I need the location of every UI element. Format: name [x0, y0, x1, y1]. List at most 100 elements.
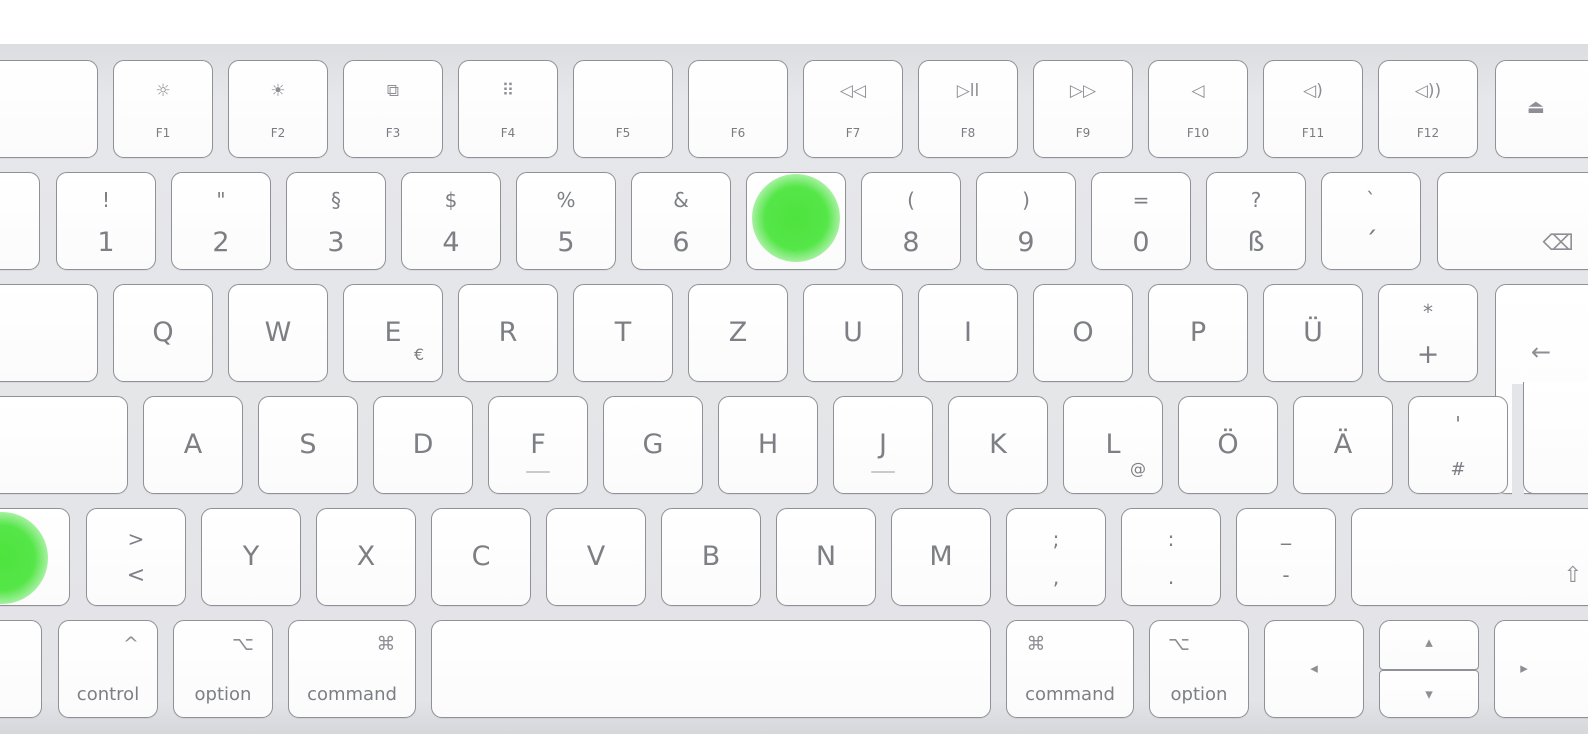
f4-key[interactable]: ⠿ F4: [458, 60, 558, 158]
key-3[interactable]: § 3: [286, 172, 386, 270]
key-5[interactable]: % 5: [516, 172, 616, 270]
tab-key[interactable]: [0, 284, 98, 382]
key-t[interactable]: T: [573, 284, 673, 382]
control-label: control: [76, 684, 140, 705]
f6-key[interactable]: F6: [688, 60, 788, 158]
f9-key[interactable]: ▷▷ F9: [1033, 60, 1133, 158]
key-hash[interactable]: ' #: [1408, 396, 1508, 494]
volume-down-icon: ◁): [1303, 81, 1323, 101]
key-ae-label: Ä: [1333, 429, 1353, 460]
f11-key[interactable]: ◁) F11: [1263, 60, 1363, 158]
key-eszett-shift-label: ?: [1250, 188, 1262, 212]
command-right-key[interactable]: ⌘ command: [1006, 620, 1134, 718]
grave-key[interactable]: [0, 172, 40, 270]
shift-icon: ⇧: [1563, 563, 1583, 588]
key-ue[interactable]: Ü: [1263, 284, 1363, 382]
key-plus[interactable]: * +: [1378, 284, 1478, 382]
key-r-label: R: [498, 317, 518, 348]
f3-key[interactable]: ⧉ F3: [343, 60, 443, 158]
return-key-lower[interactable]: [1523, 382, 1588, 494]
caps-lock-key[interactable]: [0, 396, 128, 494]
f5-key[interactable]: F5: [573, 60, 673, 158]
arrow-right-key[interactable]: ▸: [1494, 620, 1588, 718]
escape-key[interactable]: [0, 60, 98, 158]
eject-key[interactable]: ⏏: [1495, 60, 1588, 158]
key-1[interactable]: ! 1: [56, 172, 156, 270]
key-s[interactable]: S: [258, 396, 358, 494]
key-period[interactable]: : .: [1121, 508, 1221, 606]
key-eszett[interactable]: ? ß: [1206, 172, 1306, 270]
key-o-label: O: [1072, 317, 1094, 348]
arrow-left-key[interactable]: ◂: [1264, 620, 1364, 718]
key-9[interactable]: ) 9: [976, 172, 1076, 270]
arrow-down-key[interactable]: ▾: [1379, 670, 1479, 718]
key-i-label: I: [964, 317, 972, 348]
launchpad-icon: ⠿: [501, 81, 515, 101]
key-minus[interactable]: _ -: [1236, 508, 1336, 606]
key-q[interactable]: Q: [113, 284, 213, 382]
key-y[interactable]: Y: [201, 508, 301, 606]
key-comma[interactable]: ; ,: [1006, 508, 1106, 606]
space-bar[interactable]: [431, 620, 991, 718]
key-x[interactable]: X: [316, 508, 416, 606]
f1-key[interactable]: ☼ F1: [113, 60, 213, 158]
key-i[interactable]: I: [918, 284, 1018, 382]
key-2[interactable]: " 2: [171, 172, 271, 270]
key-8[interactable]: ( 8: [861, 172, 961, 270]
key-9-label: 9: [1017, 227, 1035, 258]
key-ae[interactable]: Ä: [1293, 396, 1393, 494]
f8-key[interactable]: ▷ll F8: [918, 60, 1018, 158]
key-k[interactable]: K: [948, 396, 1048, 494]
option-right-key[interactable]: ⌥ option: [1149, 620, 1249, 718]
right-shift-key[interactable]: ⇧: [1351, 508, 1588, 606]
key-a[interactable]: A: [143, 396, 243, 494]
f2-key[interactable]: ☀ F2: [228, 60, 328, 158]
key-n[interactable]: N: [776, 508, 876, 606]
key-p[interactable]: P: [1148, 284, 1248, 382]
delete-key[interactable]: ⌫: [1437, 172, 1588, 270]
highlight-key-7-marker: [752, 174, 840, 262]
key-z[interactable]: Z: [688, 284, 788, 382]
option-right-label: option: [1170, 684, 1228, 705]
key-0[interactable]: = 0: [1091, 172, 1191, 270]
key-period-shift-label: :: [1167, 527, 1175, 551]
key-s-label: S: [299, 429, 317, 460]
key-h[interactable]: H: [718, 396, 818, 494]
key-f[interactable]: F: [488, 396, 588, 494]
command-left-key[interactable]: ⌘ command: [288, 620, 416, 718]
key-w[interactable]: W: [228, 284, 328, 382]
key-e[interactable]: E €: [343, 284, 443, 382]
f3-label: F3: [385, 126, 401, 140]
key-oe[interactable]: Ö: [1178, 396, 1278, 494]
control-key[interactable]: ^ control: [58, 620, 158, 718]
key-d[interactable]: D: [373, 396, 473, 494]
key-j[interactable]: J: [833, 396, 933, 494]
key-l[interactable]: L @: [1063, 396, 1163, 494]
arrow-up-key[interactable]: ▴: [1379, 620, 1479, 670]
key-g[interactable]: G: [603, 396, 703, 494]
key-hash-label: #: [1450, 459, 1466, 480]
f1-label: F1: [155, 126, 171, 140]
key-r[interactable]: R: [458, 284, 558, 382]
fn-key[interactable]: [0, 620, 42, 718]
f8-label: F8: [960, 126, 976, 140]
key-o[interactable]: O: [1033, 284, 1133, 382]
option-left-key[interactable]: ⌥ option: [173, 620, 273, 718]
key-m[interactable]: M: [891, 508, 991, 606]
f7-key[interactable]: ◁◁ F7: [803, 60, 903, 158]
f10-key[interactable]: ◁ F10: [1148, 60, 1248, 158]
mute-icon: ◁: [1191, 81, 1205, 101]
key-angle-brackets[interactable]: > <: [86, 508, 186, 606]
key-4[interactable]: $ 4: [401, 172, 501, 270]
key-3-label: 3: [327, 227, 345, 258]
key-comma-label: ,: [1052, 565, 1060, 589]
key-b[interactable]: B: [661, 508, 761, 606]
key-6[interactable]: & 6: [631, 172, 731, 270]
key-u[interactable]: U: [803, 284, 903, 382]
key-k-label: K: [989, 429, 1007, 460]
key-accent[interactable]: ` ´: [1321, 172, 1421, 270]
key-c[interactable]: C: [431, 508, 531, 606]
f12-key[interactable]: ◁)) F12: [1378, 60, 1478, 158]
command-icon: ⌘: [1026, 633, 1046, 655]
key-v[interactable]: V: [546, 508, 646, 606]
